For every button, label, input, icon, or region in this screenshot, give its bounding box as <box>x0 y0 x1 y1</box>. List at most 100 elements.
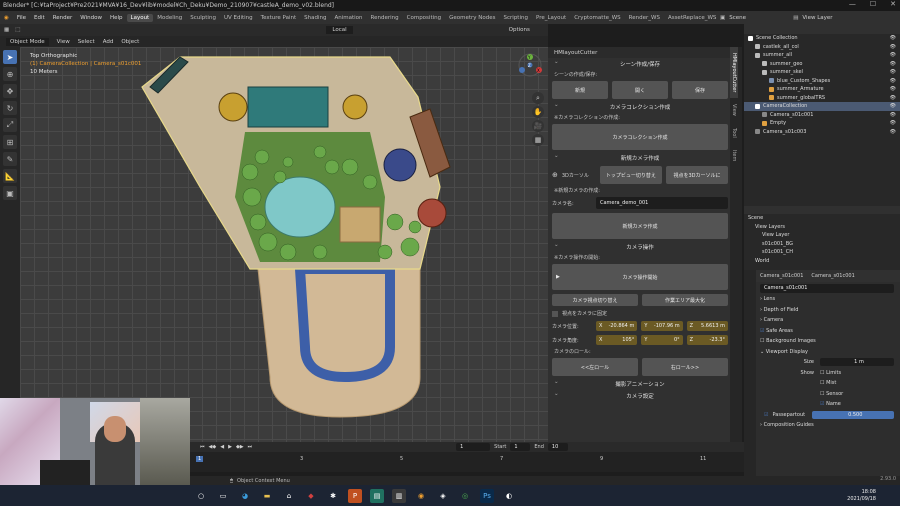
measure-tool-icon[interactable]: 📐 <box>3 169 17 183</box>
jump-start-icon[interactable]: ⏮ <box>200 444 205 450</box>
top-view-toggle-button[interactable]: トップビュー切り替え <box>599 166 662 184</box>
ortho-grid-icon[interactable]: ▦ <box>532 134 544 146</box>
camera-data-field[interactable]: Camera_s01c001 <box>760 283 894 293</box>
select-box-icon[interactable]: ⬚ <box>15 27 20 33</box>
tab-hmlayoutcutter[interactable]: HMlayoutCutter <box>730 47 738 99</box>
app-red-icon[interactable]: ◆ <box>304 489 318 503</box>
clock[interactable]: 18:08 2021/09/18 <box>847 489 900 503</box>
view-layer-name[interactable]: View Layer <box>802 15 832 21</box>
play-reverse-icon[interactable]: ◀ <box>220 444 224 450</box>
view-layer-row[interactable]: View Layer <box>744 231 900 240</box>
menu-edit[interactable]: Edit <box>30 15 49 21</box>
view-layer-row[interactable]: View Layers <box>744 223 900 232</box>
visibility-eye-icon[interactable]: 👁 <box>890 78 896 84</box>
tab-sculpting[interactable]: Sculpting <box>186 14 220 22</box>
visibility-eye-icon[interactable]: 👁 <box>890 120 896 126</box>
position-z-field[interactable]: Z 5.6613 m <box>686 321 728 331</box>
view-to-cursor-button[interactable]: 視点を3Dカーソルに <box>665 166 728 184</box>
select-tool-icon[interactable]: ➤ <box>3 50 17 64</box>
transform-tool-icon[interactable]: ⊞ <box>3 135 17 149</box>
tab-view[interactable]: View <box>730 98 738 122</box>
sensor-checkbox[interactable]: ☐ Sensor <box>820 391 843 397</box>
section-camera-collection[interactable]: カメラコレクション作成 <box>548 101 732 113</box>
maximize-area-button[interactable]: 作業エリア最大化 <box>642 294 728 306</box>
outliner-row[interactable]: CameraCollection 👁 <box>744 102 900 111</box>
view-layer-row[interactable]: Scene <box>744 214 900 223</box>
camera-row[interactable]: › Camera <box>744 315 900 326</box>
outliner-row[interactable]: summer_all 👁 <box>744 51 900 60</box>
section-new-camera[interactable]: 新規カメラ作成 <box>548 152 732 164</box>
menu-add[interactable]: Add <box>103 39 114 45</box>
photoshop-icon[interactable]: Ps <box>480 488 494 503</box>
explorer-icon[interactable]: ▬ <box>260 489 274 503</box>
visibility-eye-icon[interactable]: 👁 <box>890 35 896 41</box>
visibility-eye-icon[interactable]: 👁 <box>890 95 896 101</box>
visibility-eye-icon[interactable]: 👁 <box>890 86 896 92</box>
start-camera-op-button[interactable]: ▶ カメラ操作開始 <box>552 264 728 290</box>
task-view-icon[interactable]: ▭ <box>216 489 230 503</box>
camera-name-input[interactable]: Camera_demo_001 <box>596 197 728 209</box>
options-button[interactable]: Options <box>509 27 530 33</box>
rotation-x-field[interactable]: X 105° <box>596 335 638 345</box>
editor-type-icon[interactable]: ▦ <box>4 27 9 33</box>
outliner-row[interactable]: summer_skel 👁 <box>744 68 900 77</box>
tab-cryptomatte-ws[interactable]: Cryptomatte_WS <box>570 14 624 22</box>
outliner-row[interactable]: summer_Armature 👁 <box>744 85 900 94</box>
app-slack-icon[interactable]: ✱ <box>326 489 340 503</box>
prev-keyframe-icon[interactable]: ◀◆ <box>209 444 217 450</box>
3d-viewport[interactable] <box>20 47 548 442</box>
open-scene-button[interactable]: 開く <box>612 81 668 99</box>
tab-layout[interactable]: Layout <box>126 13 154 22</box>
visibility-eye-icon[interactable]: 👁 <box>890 61 896 67</box>
section-camera-ops[interactable]: カメラ操作 <box>548 241 732 253</box>
jump-end-icon[interactable]: ⏭ <box>248 444 253 450</box>
passepartout-field[interactable]: 0.500 <box>812 410 894 419</box>
tab-scripting[interactable]: Scripting <box>500 14 532 22</box>
scene-name[interactable]: Scene <box>729 15 789 21</box>
tab-rendering[interactable]: Rendering <box>367 14 403 22</box>
bg-images-row[interactable]: ☐ Background Images <box>744 336 900 347</box>
end-frame-field[interactable]: 10 <box>547 443 568 451</box>
tab-assetreplace-ws[interactable]: AssetReplace_WS <box>664 14 720 22</box>
roll-left-button[interactable]: <<左ロール <box>552 358 638 376</box>
view-layer-row[interactable]: s01c001_CH <box>744 248 900 257</box>
view-layer-row[interactable]: World <box>744 257 900 266</box>
menu-object[interactable]: Object <box>121 39 139 45</box>
position-y-field[interactable]: Y -107.96 m <box>641 321 683 331</box>
close-icon[interactable]: ✕ <box>890 0 896 8</box>
dof-row[interactable]: › Depth of Field <box>744 305 900 316</box>
outliner-row[interactable]: Scene Collection 👁 <box>744 34 900 43</box>
section-camera-settings[interactable]: カメラ設定 <box>548 390 732 402</box>
current-frame-field[interactable]: 1 <box>456 443 491 451</box>
object-mode-dropdown[interactable]: Object Mode <box>6 37 49 46</box>
menu-view[interactable]: View <box>57 39 70 45</box>
cursor-tool-icon[interactable]: ⊕ <box>3 67 17 81</box>
add-cube-tool-icon[interactable]: ▣ <box>3 186 17 200</box>
viewport-display-row[interactable]: ⌄ Viewport Display <box>744 347 900 358</box>
rotation-y-field[interactable]: Y 0° <box>641 335 683 345</box>
app-terminal-icon[interactable]: ▥ <box>392 488 406 503</box>
visibility-eye-icon[interactable]: 👁 <box>890 112 896 118</box>
menu-render[interactable]: Render <box>49 15 77 21</box>
outliner-row[interactable]: Empty 👁 <box>744 119 900 128</box>
blender-logo-icon[interactable]: ◉ <box>0 15 13 21</box>
outliner-row[interactable]: summer_globalTRS 👁 <box>744 94 900 103</box>
visibility-eye-icon[interactable]: 👁 <box>890 52 896 58</box>
position-x-field[interactable]: X -20.864 m <box>596 321 638 331</box>
zoom-icon[interactable]: ⌕ <box>532 92 544 104</box>
app-teal-icon[interactable]: ▤ <box>370 488 384 503</box>
next-keyframe-icon[interactable]: ◆▶ <box>236 444 244 450</box>
mist-checkbox[interactable]: ☐ Mist <box>820 380 836 386</box>
orientation-dropdown[interactable]: Local <box>326 26 353 34</box>
roll-right-button[interactable]: 右ロール>> <box>642 358 728 376</box>
limits-checkbox[interactable]: ☐ Limits <box>820 370 841 376</box>
menu-select[interactable]: Select <box>78 39 95 45</box>
outliner-row[interactable]: summer_geo 👁 <box>744 60 900 69</box>
save-scene-button[interactable]: 保存 <box>672 81 728 99</box>
edge-icon[interactable]: ◕ <box>238 489 252 503</box>
store-icon[interactable]: ⌂ <box>282 489 296 503</box>
scale-tool-icon[interactable]: ⤢ <box>3 118 17 132</box>
move-tool-icon[interactable]: ✥ <box>3 84 17 98</box>
view-layer-row[interactable]: s01c001_BG <box>744 240 900 249</box>
tab-texture-paint[interactable]: Texture Paint <box>257 14 301 22</box>
